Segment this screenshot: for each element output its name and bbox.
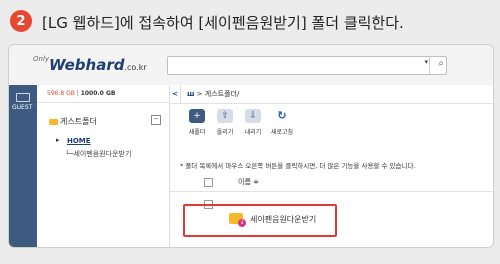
- refresh-label: 새로고침: [270, 129, 294, 136]
- context-menu-notice: * 폴더 목록에서 마우스 오른쪽 버튼을 클릭하시면, 더 많은 기능을 사용…: [180, 162, 416, 170]
- left-strip: GUEST: [9, 85, 37, 247]
- step-instruction: [LG 웹하드]에 접속하여 [세이펜음원받기] 폴더 클릭한다.: [42, 14, 404, 32]
- breadcrumb-path[interactable]: 게스트폴더/: [205, 90, 240, 98]
- folder-name-link[interactable]: 세이펜음원다운받기: [250, 214, 316, 225]
- tree-home-link[interactable]: HOME: [67, 137, 91, 145]
- search-icon[interactable]: ⌕: [438, 58, 444, 69]
- new-folder-label: 새폴더: [188, 129, 206, 136]
- collapse-button[interactable]: −: [151, 115, 161, 125]
- select-all-checkbox[interactable]: [204, 178, 213, 187]
- download-button[interactable]: ⇩ 내리기: [240, 109, 266, 136]
- logo-main-text: Webhard: [49, 56, 125, 74]
- folder-sidebar: 596.8 GB | 1000.0 GB 게스트폴더 − ▸ HOME └─세이…: [37, 85, 170, 247]
- list-header: 이름 ≑: [170, 173, 493, 192]
- guest-icon[interactable]: [16, 93, 30, 102]
- step-number-badge: 2: [10, 10, 32, 32]
- webhard-window: OnlyWebhard.co.kr ▾ ⌕ GUEST 596.8 GB | 1…: [8, 44, 494, 248]
- folder-plus-icon: +: [189, 109, 205, 123]
- name-column-header[interactable]: 이름 ≑: [238, 173, 259, 191]
- download-icon: ⇩: [245, 109, 261, 123]
- breadcrumb: < ш > 게스트폴더/: [170, 85, 493, 104]
- tree-child-folder[interactable]: └─세이펜음원다운받기: [65, 149, 131, 159]
- folder-icon: [49, 118, 58, 125]
- tree-child-label: 세이펜음원다운받기: [73, 150, 132, 158]
- storage-quota: 596.8 GB | 1000.0 GB: [37, 85, 169, 103]
- quota-used: 596.8 GB: [47, 90, 75, 97]
- back-button[interactable]: <: [170, 85, 181, 103]
- search-dropdown-icon[interactable]: ▾: [424, 58, 428, 66]
- upload-label: 올리기: [216, 129, 234, 136]
- webhard-logo[interactable]: OnlyWebhard.co.kr: [33, 55, 147, 74]
- upload-icon: ⇧: [217, 109, 233, 123]
- search-input[interactable]: ▾ ⌕: [167, 56, 447, 75]
- tree-root-folder[interactable]: 게스트폴더: [49, 116, 97, 127]
- step-header: 2 [LG 웹하드]에 접속하여 [세이펜음원받기] 폴더 클릭한다.: [0, 0, 500, 40]
- refresh-button[interactable]: ↻ 새로고침: [269, 109, 295, 136]
- download-badge-icon: ↓: [238, 219, 246, 227]
- guest-label[interactable]: GUEST: [12, 104, 32, 111]
- logo-only-text: Only: [33, 55, 50, 63]
- top-bar: OnlyWebhard.co.kr ▾ ⌕: [9, 45, 493, 86]
- quota-total: 1000.0 GB: [80, 90, 116, 97]
- upload-button[interactable]: ⇧ 올리기: [212, 109, 238, 136]
- search-divider: [429, 57, 430, 74]
- logo-domain-text: .co.kr: [124, 63, 147, 72]
- refresh-icon: ↻: [274, 109, 290, 123]
- tree-expand-icon[interactable]: ▸: [56, 136, 60, 144]
- tree-root-label: 게스트폴더: [60, 117, 97, 126]
- new-folder-button[interactable]: + 새폴더: [184, 109, 210, 136]
- download-label: 내리기: [244, 129, 262, 136]
- breadcrumb-separator: >: [194, 90, 205, 98]
